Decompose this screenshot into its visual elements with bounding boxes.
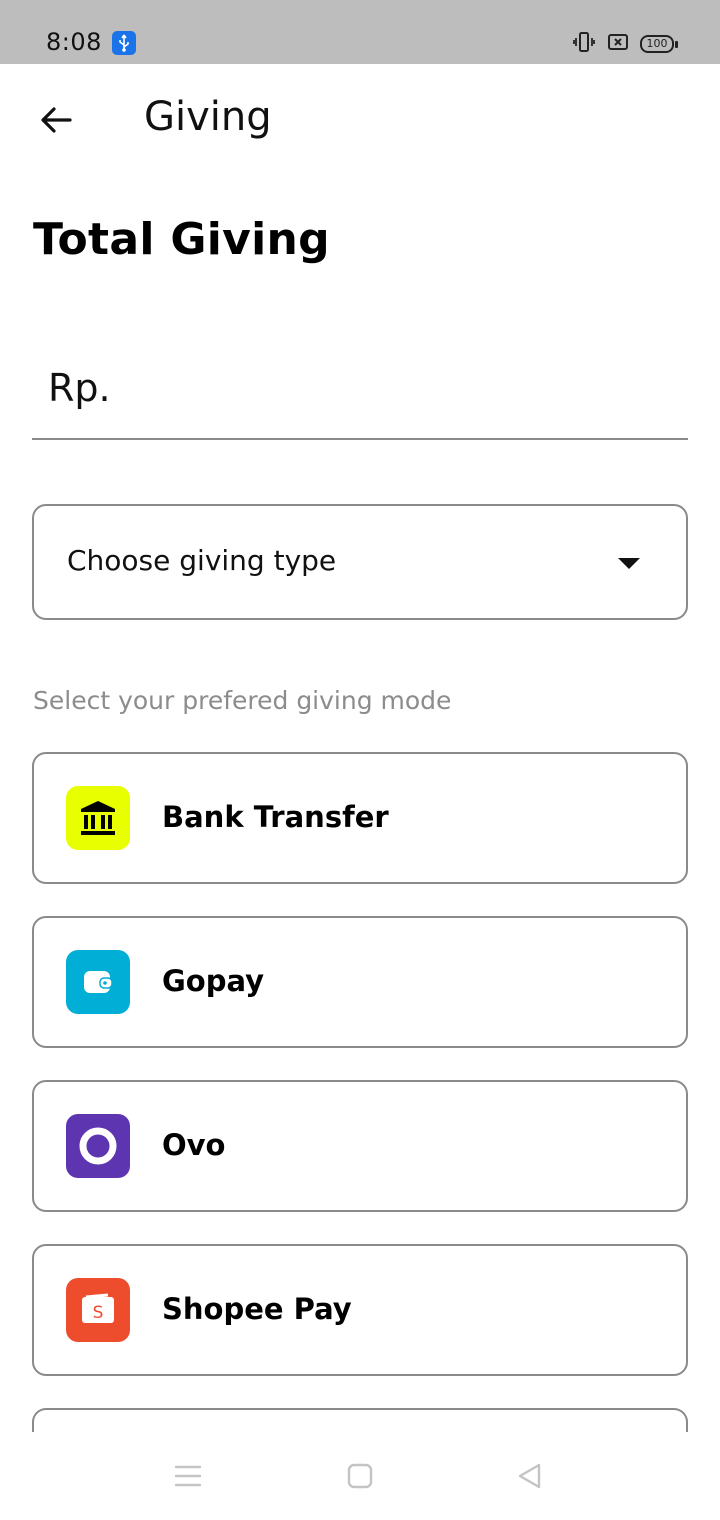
bank-icon — [66, 786, 130, 850]
giving-mode-shopee-pay[interactable]: S Shopee Pay — [32, 1244, 688, 1376]
shopee-bag-icon: S — [66, 1278, 130, 1342]
giving-mode-label: Bank Transfer — [162, 800, 389, 834]
home-square-icon[interactable] — [340, 1456, 380, 1496]
no-sim-icon — [606, 30, 630, 58]
caret-down-icon — [618, 558, 640, 569]
giving-mode-gopay[interactable]: Gopay — [32, 916, 688, 1048]
svg-text:S: S — [93, 1303, 104, 1323]
total-giving-title: Total Giving — [33, 214, 330, 265]
giving-mode-label: Ovo — [162, 1128, 226, 1162]
giving-mode-ovo[interactable]: Ovo — [32, 1080, 688, 1212]
giving-type-dropdown[interactable]: Choose giving type — [32, 504, 688, 620]
usb-icon — [112, 31, 136, 55]
giving-mode-label: Gopay — [162, 964, 265, 998]
vibrate-icon — [572, 30, 596, 58]
status-icons: 100 — [572, 30, 678, 58]
ovo-icon — [66, 1114, 130, 1178]
arrow-left-icon — [41, 107, 72, 133]
status-bar: 8:08 100 — [0, 0, 720, 64]
giving-mode-hint: Select your prefered giving mode — [33, 686, 452, 715]
status-time: 8:08 — [46, 28, 102, 56]
giving-mode-bank-transfer[interactable]: Bank Transfer — [32, 752, 688, 884]
back-triangle-icon[interactable] — [510, 1456, 550, 1496]
app-bar: Giving — [0, 64, 720, 176]
page-title: Giving — [144, 94, 272, 140]
battery-icon: 100 — [640, 35, 678, 53]
back-button[interactable] — [26, 90, 86, 150]
wallet-icon — [66, 950, 130, 1014]
giving-mode-label: Shopee Pay — [162, 1292, 352, 1326]
giving-type-placeholder: Choose giving type — [67, 544, 337, 577]
currency-prefix: Rp. — [48, 366, 111, 410]
amount-input[interactable]: Rp. — [32, 352, 688, 440]
menu-icon[interactable] — [168, 1456, 208, 1496]
system-nav-bar — [0, 1432, 720, 1520]
